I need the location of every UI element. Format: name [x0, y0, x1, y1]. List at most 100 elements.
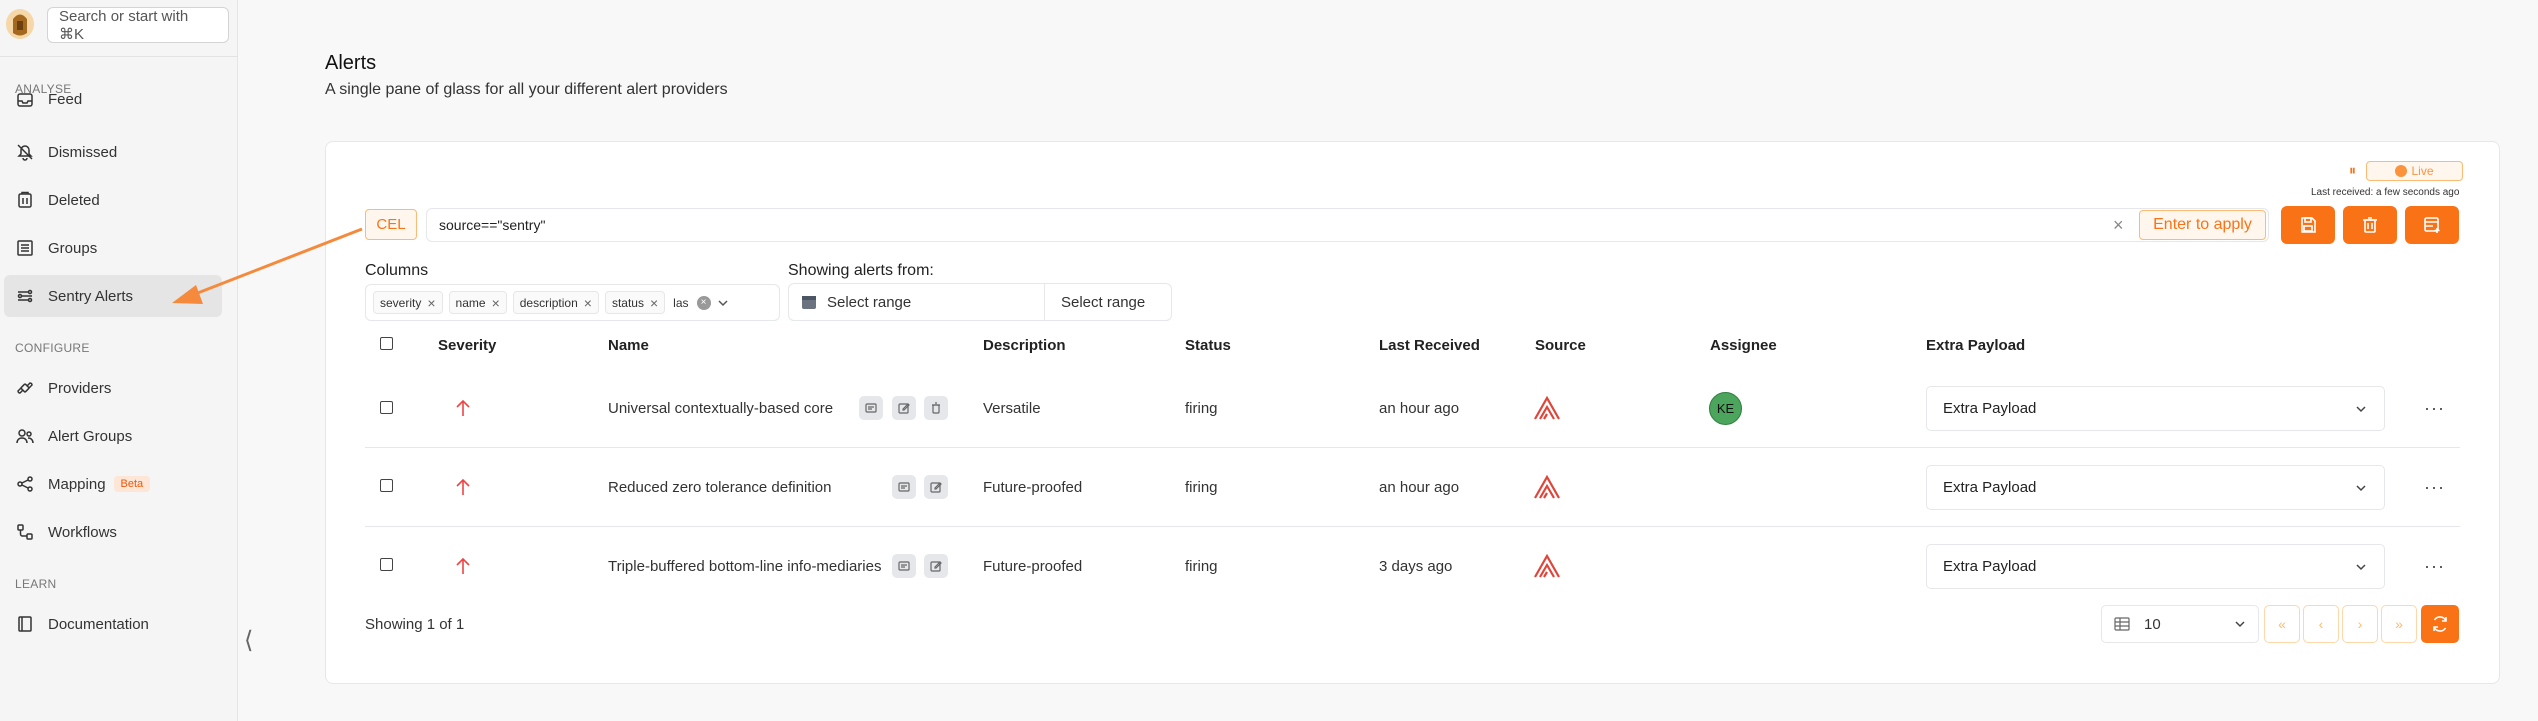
last-received-text: Last received: a few seconds ago — [2311, 187, 2460, 198]
clear-query-button[interactable]: × — [2113, 215, 2124, 236]
clear-columns-icon[interactable]: × — [696, 295, 711, 310]
showing-alerts-from-label: Showing alerts from: — [788, 262, 934, 279]
next-page-button[interactable]: › — [2342, 605, 2378, 643]
remove-chip-icon[interactable]: × — [427, 295, 435, 311]
row-checkbox[interactable] — [380, 479, 393, 492]
first-page-button[interactable]: « — [2264, 605, 2300, 643]
header-name[interactable]: Name — [608, 337, 649, 354]
table-icon — [2114, 617, 2130, 631]
pause-button[interactable]: ⏸ — [2349, 162, 2356, 179]
more-actions-button[interactable]: ··· — [2424, 398, 2445, 419]
users-icon — [16, 429, 34, 444]
enter-to-apply-button[interactable]: Enter to apply — [2139, 210, 2266, 240]
alert-description: Future-proofed — [983, 479, 1083, 496]
header-source[interactable]: Source — [1535, 337, 1586, 354]
sidebar-item-workflows[interactable]: Workflows — [4, 511, 222, 553]
column-chip[interactable]: severity × — [373, 291, 443, 314]
chevron-down-icon[interactable] — [717, 297, 729, 309]
refresh-icon — [2433, 616, 2447, 632]
header-last-received[interactable]: Last Received — [1379, 337, 1480, 354]
header-extra-payload[interactable]: Extra Payload — [1926, 337, 2025, 354]
edit-button[interactable] — [892, 396, 916, 420]
select-all-checkbox[interactable] — [380, 337, 393, 350]
view-note-button[interactable] — [859, 396, 883, 420]
create-incident-button[interactable] — [2405, 206, 2459, 244]
extra-payload-dropdown[interactable]: Extra Payload — [1926, 544, 2385, 589]
sidebar-item-groups[interactable]: Groups — [4, 227, 222, 269]
sidebar-item-label: Dismissed — [48, 143, 118, 161]
sidebar-item-sentry-alerts[interactable]: Sentry Alerts — [4, 275, 222, 317]
cel-query-input[interactable]: source=="sentry" — [426, 208, 2269, 242]
more-actions-button[interactable]: ··· — [2424, 556, 2445, 577]
sidebar-item-mapping[interactable]: Mapping Beta — [4, 463, 222, 505]
live-toggle[interactable]: Live — [2366, 161, 2463, 181]
header-severity[interactable]: Severity — [438, 337, 496, 354]
header-status[interactable]: Status — [1185, 337, 1231, 354]
sidebar-item-label: Alert Groups — [48, 427, 133, 445]
columns-multiselect[interactable]: severity × name × description × status × las… — [365, 284, 780, 321]
assignee-avatar[interactable]: KE — [1709, 392, 1742, 425]
sidebar-item-providers[interactable]: Providers — [4, 367, 222, 409]
remove-chip-icon[interactable]: × — [492, 295, 500, 311]
alert-name[interactable]: Reduced zero tolerance definition — [608, 479, 831, 496]
delete-preset-button[interactable] — [2343, 206, 2397, 244]
search-input[interactable]: Search or start with ⌘K — [47, 7, 229, 43]
column-chip-truncated[interactable]: las — [671, 291, 690, 314]
note-icon — [898, 561, 910, 571]
sidebar-item-documentation[interactable]: Documentation — [4, 603, 222, 645]
sidebar-item-label: Documentation — [48, 615, 149, 633]
extra-payload-dropdown[interactable]: Extra Payload — [1926, 386, 2385, 431]
search-placeholder: Search or start with ⌘K — [59, 7, 189, 43]
extra-payload-dropdown[interactable]: Extra Payload — [1926, 465, 2385, 510]
alert-name[interactable]: Triple-buffered bottom-line info-mediari… — [608, 558, 881, 575]
delete-button[interactable] — [924, 396, 948, 420]
page-size-select[interactable]: 10 — [2101, 605, 2259, 643]
refresh-button[interactable] — [2421, 605, 2459, 643]
sidebar-item-alert-groups[interactable]: Alert Groups — [4, 415, 222, 457]
keep-logo-icon[interactable] — [4, 7, 36, 41]
prev-page-button[interactable]: ‹ — [2303, 605, 2339, 643]
alert-status: firing — [1185, 558, 1218, 575]
column-chip[interactable]: description × — [512, 291, 599, 314]
sentry-icon — [1534, 474, 1560, 499]
plug-icon — [17, 382, 33, 394]
trash-icon — [18, 191, 32, 208]
filter-icon — [17, 289, 33, 303]
chevron-down-icon — [2356, 405, 2366, 412]
header-assignee[interactable]: Assignee — [1710, 337, 1777, 354]
view-note-button[interactable] — [892, 554, 916, 578]
remove-chip-icon[interactable]: × — [584, 295, 592, 311]
column-chip[interactable]: status × — [604, 291, 666, 314]
inbox-icon — [17, 93, 33, 107]
page-title: Alerts — [325, 52, 377, 74]
note-icon — [865, 403, 877, 413]
sidebar-item-feed[interactable]: Feed — [4, 87, 222, 123]
table-plus-icon — [2424, 217, 2440, 233]
range-start[interactable]: Select range — [789, 284, 1045, 320]
alert-description: Future-proofed — [983, 558, 1083, 575]
more-actions-button[interactable]: ··· — [2424, 477, 2445, 498]
edit-button[interactable] — [924, 475, 948, 499]
note-icon — [898, 482, 910, 492]
remove-chip-icon[interactable]: × — [650, 295, 658, 311]
last-page-button[interactable]: » — [2381, 605, 2417, 643]
range-end[interactable]: Select range — [1045, 294, 1145, 311]
row-checkbox[interactable] — [380, 558, 393, 571]
range-end-placeholder: Select range — [1061, 293, 1146, 311]
sidebar-item-label: Sentry Alerts — [48, 287, 134, 305]
workflow-icon — [17, 524, 33, 540]
edit-button[interactable] — [924, 554, 948, 578]
alert-name[interactable]: Universal contextually-based core — [608, 400, 833, 417]
alert-status: firing — [1185, 479, 1218, 496]
sidebar-item-deleted[interactable]: Deleted — [4, 179, 222, 221]
date-range-picker[interactable]: Select range Select range — [788, 283, 1172, 321]
column-chip[interactable]: name × — [448, 291, 507, 314]
chevron-down-icon — [2356, 563, 2366, 570]
bell-off-icon — [17, 144, 33, 161]
row-checkbox[interactable] — [380, 401, 393, 414]
view-note-button[interactable] — [892, 475, 916, 499]
header-description[interactable]: Description — [983, 337, 1066, 354]
sidebar-item-dismissed[interactable]: Dismissed — [4, 131, 222, 173]
save-preset-button[interactable] — [2281, 206, 2335, 244]
collapse-sidebar-button[interactable]: ⟨ — [244, 626, 253, 655]
